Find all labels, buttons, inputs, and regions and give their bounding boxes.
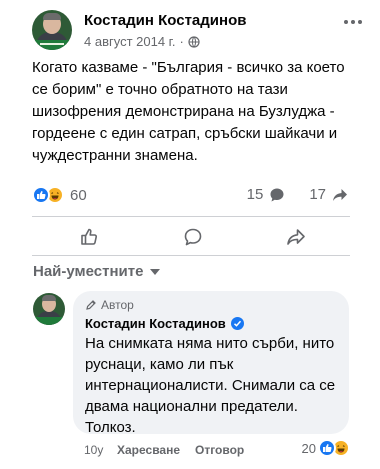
post-meta: 4 август 2014 г. · xyxy=(84,34,200,49)
meta-separator: · xyxy=(179,34,184,49)
reaction-count: 60 xyxy=(70,186,87,204)
post-header: Костадин Костадинов 4 август 2014 г. · xyxy=(32,10,362,54)
post-text: Когато казваме - "България - всичко за к… xyxy=(32,59,345,164)
share-button[interactable] xyxy=(284,225,308,249)
globe-icon xyxy=(188,35,200,48)
comments-sort-label: Най-уместните xyxy=(33,263,144,280)
comment-author-name[interactable]: Костадин Костадинов xyxy=(85,316,226,331)
comment-reactions[interactable]: 20 xyxy=(302,439,350,457)
chevron-down-icon xyxy=(150,268,161,275)
engagement-counts: 15 17 xyxy=(247,186,348,203)
comment-count[interactable]: 15 xyxy=(247,186,264,203)
post-actions xyxy=(32,225,350,251)
like-button[interactable] xyxy=(78,225,102,249)
comment-reply-button[interactable]: Отговор xyxy=(195,443,244,457)
like-reaction-icon xyxy=(318,439,336,457)
author-badge: Автор xyxy=(85,298,134,312)
author-avatar[interactable] xyxy=(32,10,72,50)
comment-author: Костадин Костадинов xyxy=(85,316,244,331)
author-badge-label: Автор xyxy=(101,298,134,312)
like-icon xyxy=(81,228,98,245)
comment-bubble: Автор Костадин Костадинов На снимката ня… xyxy=(73,291,349,436)
comments-sort-dropdown[interactable]: Най-уместните xyxy=(33,263,161,280)
pencil-icon xyxy=(86,300,96,310)
comment-author-avatar[interactable] xyxy=(33,293,65,325)
post-author-name[interactable]: Костадин Костадинов xyxy=(84,12,246,29)
comment-like-button[interactable]: Харесване xyxy=(117,443,180,457)
reactions-summary: 60 15 17 xyxy=(32,186,348,208)
verified-badge-icon xyxy=(230,317,244,330)
share-icon xyxy=(287,229,305,245)
post-date[interactable]: 4 август 2014 г. xyxy=(84,34,175,49)
divider xyxy=(32,255,350,256)
comment-text: На снимката няма нито сърби, нито руснац… xyxy=(85,335,336,436)
comment-time[interactable]: 10у xyxy=(84,443,103,457)
comment-icon xyxy=(270,188,284,201)
comment-icon xyxy=(184,228,202,246)
comment-footer: 10у Харесване Отговор 20 xyxy=(84,439,350,460)
share-count[interactable]: 17 xyxy=(309,186,326,203)
more-options-icon[interactable] xyxy=(344,20,368,28)
share-icon xyxy=(333,188,347,201)
comment-button[interactable] xyxy=(181,225,205,249)
divider xyxy=(32,216,350,217)
reactions[interactable]: 60 xyxy=(32,186,87,204)
comment-reaction-count: 20 xyxy=(301,440,316,456)
like-reaction-icon xyxy=(32,186,50,204)
